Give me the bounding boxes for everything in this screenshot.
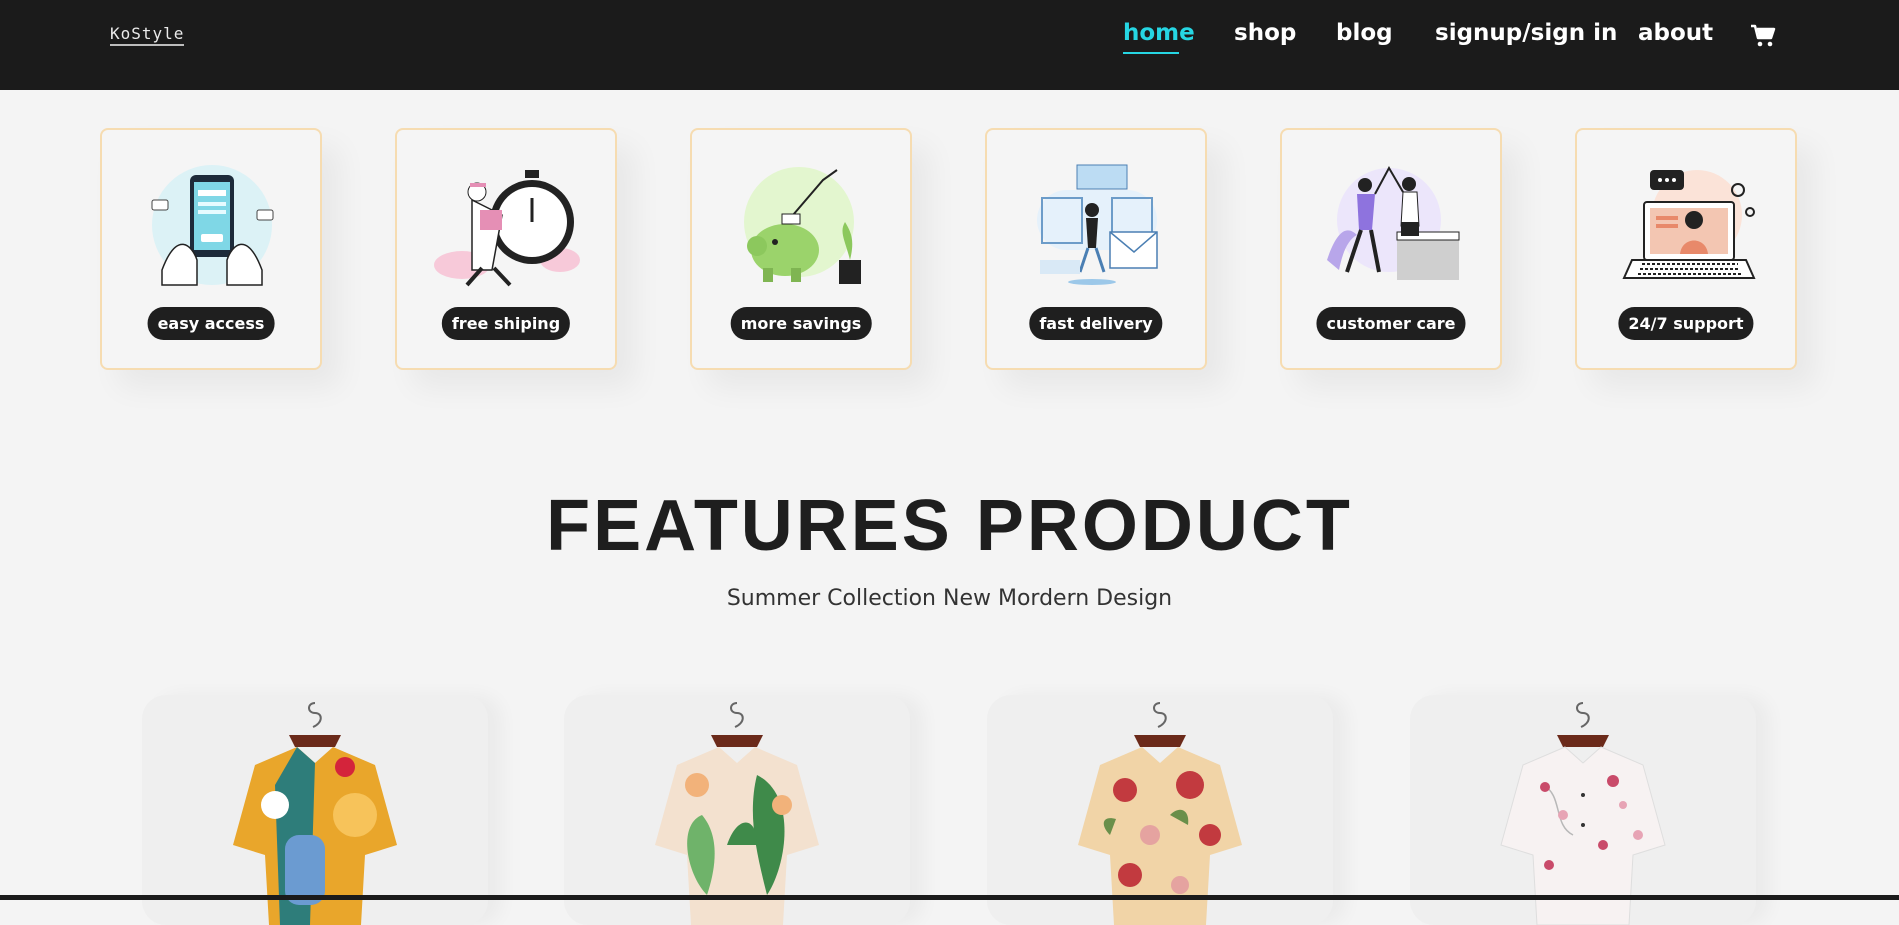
red-floral-shirt-image	[1078, 702, 1242, 925]
product-card[interactable]	[1410, 695, 1756, 925]
nav-shop[interactable]: shop	[1234, 20, 1296, 46]
pink-blossom-white-shirt-image	[1500, 702, 1666, 925]
product-card[interactable]	[987, 695, 1333, 925]
stopwatch-courier-icon	[434, 170, 580, 287]
nav-about[interactable]: about	[1638, 20, 1713, 46]
feature-card-free-shipping: free shiping	[395, 128, 617, 370]
abstract-pattern-shirt-image	[233, 702, 397, 925]
green-leaf-floral-shirt-image	[655, 702, 819, 925]
feature-label: easy access	[147, 307, 275, 340]
feature-label: more savings	[730, 307, 872, 340]
gift-delivery-icon	[1037, 164, 1158, 285]
feature-card-customer-care: customer care	[1280, 128, 1502, 370]
section-subtitle: Summer Collection New Mordern Design	[726, 586, 1173, 611]
cart-icon[interactable]	[1750, 24, 1776, 48]
feature-label: customer care	[1316, 307, 1466, 340]
feature-label: free shiping	[441, 307, 571, 340]
feature-label: 24/7 support	[1618, 307, 1754, 340]
nav-home[interactable]: home	[1123, 20, 1195, 54]
product-card[interactable]	[142, 695, 488, 925]
nav-signup-signin[interactable]: signup/sign in	[1435, 20, 1617, 46]
section-title: FEATURES PRODUCT	[546, 486, 1353, 566]
top-navbar: KoStyle home shop blog signup/sign in ab…	[0, 0, 1899, 90]
laptop-support-icon	[1622, 170, 1756, 279]
piggy-bank-icon	[744, 167, 861, 284]
feature-card-easy-access: easy access	[100, 128, 322, 370]
feature-card-fast-delivery: fast delivery	[985, 128, 1207, 370]
feature-label: fast delivery	[1029, 307, 1163, 340]
main-nav: home shop blog signup/sign in about	[0, 20, 1899, 60]
feature-card-24-7-support: 24/7 support	[1575, 128, 1797, 370]
high-five-icon	[1327, 165, 1460, 280]
bottom-edge-bar	[0, 895, 1899, 900]
nav-blog[interactable]: blog	[1336, 20, 1393, 46]
feature-card-more-savings: more savings	[690, 128, 912, 370]
payment-phone-icon	[151, 165, 274, 286]
product-card[interactable]	[564, 695, 910, 925]
